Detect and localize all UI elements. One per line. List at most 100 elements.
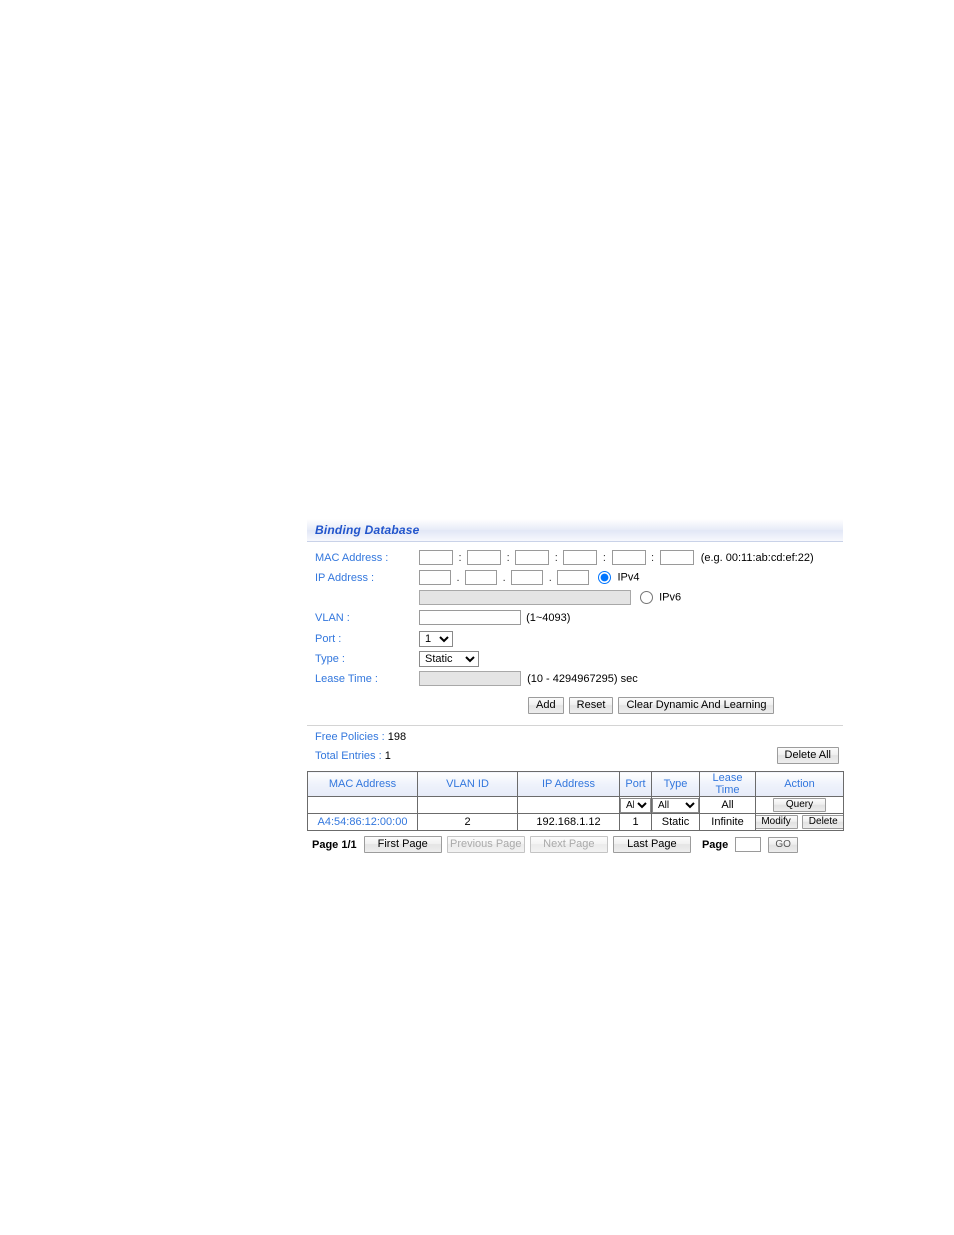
page-title: Binding Database [315, 523, 420, 537]
mac-separator-5: : [651, 551, 655, 564]
type-select[interactable]: Static [419, 651, 479, 667]
query-cell-type[interactable]: All [651, 796, 700, 814]
port-field-group: 1 [419, 631, 453, 647]
delete-all-wrapper: Delete All [776, 747, 841, 764]
ipv4-octet-2[interactable] [465, 570, 498, 585]
ipv4-radio-group[interactable]: IPv4 [598, 571, 640, 584]
page-jump-label: Page [701, 838, 729, 851]
lease-time-field-group: (10 - 4294967295) sec [419, 671, 638, 686]
go-button[interactable]: GO [768, 836, 798, 853]
mac-address-label: MAC Address : [315, 552, 389, 564]
type-field-group: Static [419, 651, 479, 667]
binding-table: MAC Address VLAN ID IP Address Port Type… [307, 771, 844, 831]
col-header-lease-time: Lease Time [699, 771, 756, 797]
page-jump-input[interactable] [735, 837, 762, 852]
pagination-bar: Page 1/1 First Page Previous Page Next P… [307, 836, 843, 858]
query-ip-input[interactable] [518, 798, 619, 812]
vlan-input[interactable] [419, 610, 521, 625]
form-row-vlan: VLAN : (1~4093) [307, 610, 843, 631]
port-select[interactable]: 1 [419, 631, 453, 647]
query-port-select[interactable]: All [620, 797, 651, 813]
mac-octet-6[interactable] [659, 550, 694, 565]
binding-form: MAC Address : : : : : : (e.g. 00:11:ab:c… [307, 542, 843, 726]
ipv6-radio-group[interactable]: IPv6 [640, 591, 681, 604]
cell-type: Static [651, 813, 700, 831]
cell-port: 1 [619, 813, 652, 831]
cell-lease-time: Infinite [699, 813, 756, 831]
clear-dynamic-and-learning-button[interactable]: Clear Dynamic And Learning [618, 697, 775, 714]
mac-octet-5[interactable] [611, 550, 646, 565]
mac-separator-1: : [458, 551, 462, 564]
type-label: Type : [315, 653, 345, 665]
cell-vlan-id: 2 [417, 813, 518, 831]
delete-button[interactable]: Delete [801, 815, 843, 829]
mac-address-field-group: : : : : : (e.g. 00:11:ab:cd:ef:22) [419, 550, 814, 565]
form-row-type: Type : Static [307, 651, 843, 671]
mac-address-hint: (e.g. 00:11:ab:cd:ef:22) [700, 551, 814, 564]
table-header-row: MAC Address VLAN ID IP Address Port Type… [307, 771, 844, 797]
free-policies-line: Free Policies : 198 [315, 731, 406, 743]
col-header-mac-address: MAC Address [307, 771, 418, 797]
next-page-button[interactable]: Next Page [529, 836, 608, 853]
query-button[interactable]: Query [772, 798, 827, 812]
panel-title-bar: Binding Database [307, 519, 843, 542]
ipv6-input[interactable] [419, 590, 631, 605]
query-type-select[interactable]: All [652, 797, 699, 813]
query-cell-port[interactable]: All [619, 796, 652, 814]
summary-area: Free Policies : 198 Total Entries : 1 De… [307, 729, 843, 769]
ipv4-separator-1: . [456, 571, 460, 584]
table-query-row: All All All Query [307, 796, 844, 814]
first-page-button[interactable]: First Page [363, 836, 442, 853]
query-cell-ip[interactable] [517, 796, 620, 814]
col-header-type: Type [651, 771, 700, 797]
free-policies-value: 198 [387, 731, 407, 743]
ipv4-separator-2: . [502, 571, 506, 584]
total-entries-line: Total Entries : 1 [315, 750, 391, 762]
port-label: Port : [315, 633, 342, 645]
col-header-action: Action [755, 771, 844, 797]
lease-time-label: Lease Time : [315, 673, 378, 685]
mac-octet-4[interactable] [563, 550, 598, 565]
ipv4-radio[interactable] [598, 571, 612, 584]
query-cell-lease-time: All [699, 796, 756, 814]
vlan-label: VLAN : [315, 612, 350, 624]
ipv4-octet-3[interactable] [511, 570, 544, 585]
last-page-button[interactable]: Last Page [612, 836, 691, 853]
cell-action: Modify Delete [755, 813, 844, 831]
form-row-mac-address: MAC Address : : : : : : (e.g. 00:11:ab:c… [307, 550, 843, 570]
ipv6-radio[interactable] [640, 591, 654, 604]
query-cell-vlan[interactable] [417, 796, 518, 814]
ipv4-radio-label: IPv4 [617, 571, 640, 584]
mac-octet-3[interactable] [515, 550, 550, 565]
query-vlan-input[interactable] [418, 798, 517, 812]
vlan-field-group: (1~4093) [419, 610, 570, 625]
col-header-ip-address: IP Address [517, 771, 620, 797]
ipv6-radio-label: IPv6 [659, 591, 682, 604]
vlan-hint: (1~4093) [526, 611, 571, 624]
query-mac-input[interactable] [308, 798, 417, 812]
ip-address-label: IP Address : [315, 572, 375, 584]
col-header-vlan-id: VLAN ID [417, 771, 518, 797]
lease-time-hint: (10 - 4294967295) sec [527, 672, 638, 685]
form-row-ip-address: IP Address : . . . IPv4 [307, 570, 843, 590]
ipv4-octet-1[interactable] [419, 570, 451, 585]
reset-button[interactable]: Reset [568, 697, 614, 714]
cell-mac-address[interactable]: A4:54:86:12:00:00 [307, 813, 418, 831]
ipv4-octet-4[interactable] [557, 570, 590, 585]
free-policies-label: Free Policies : [315, 731, 385, 743]
mac-separator-4: : [602, 551, 606, 564]
mac-octet-2[interactable] [467, 550, 502, 565]
modify-button[interactable]: Modify [756, 815, 798, 829]
query-cell-mac[interactable] [307, 796, 418, 814]
form-row-ipv6: IPv6 [307, 590, 843, 610]
delete-all-button[interactable]: Delete All [776, 747, 839, 764]
lease-time-input[interactable] [419, 671, 521, 686]
mac-octet-1[interactable] [419, 550, 453, 565]
previous-page-button[interactable]: Previous Page [446, 836, 525, 853]
ipv4-separator-3: . [548, 571, 552, 584]
form-action-buttons: Add Reset Clear Dynamic And Learning [307, 695, 843, 719]
binding-database-panel: Binding Database MAC Address : : : : : :… [307, 519, 844, 858]
mac-separator-3: : [554, 551, 558, 564]
page-indicator: Page 1/1 [312, 838, 357, 851]
add-button[interactable]: Add [528, 697, 564, 714]
